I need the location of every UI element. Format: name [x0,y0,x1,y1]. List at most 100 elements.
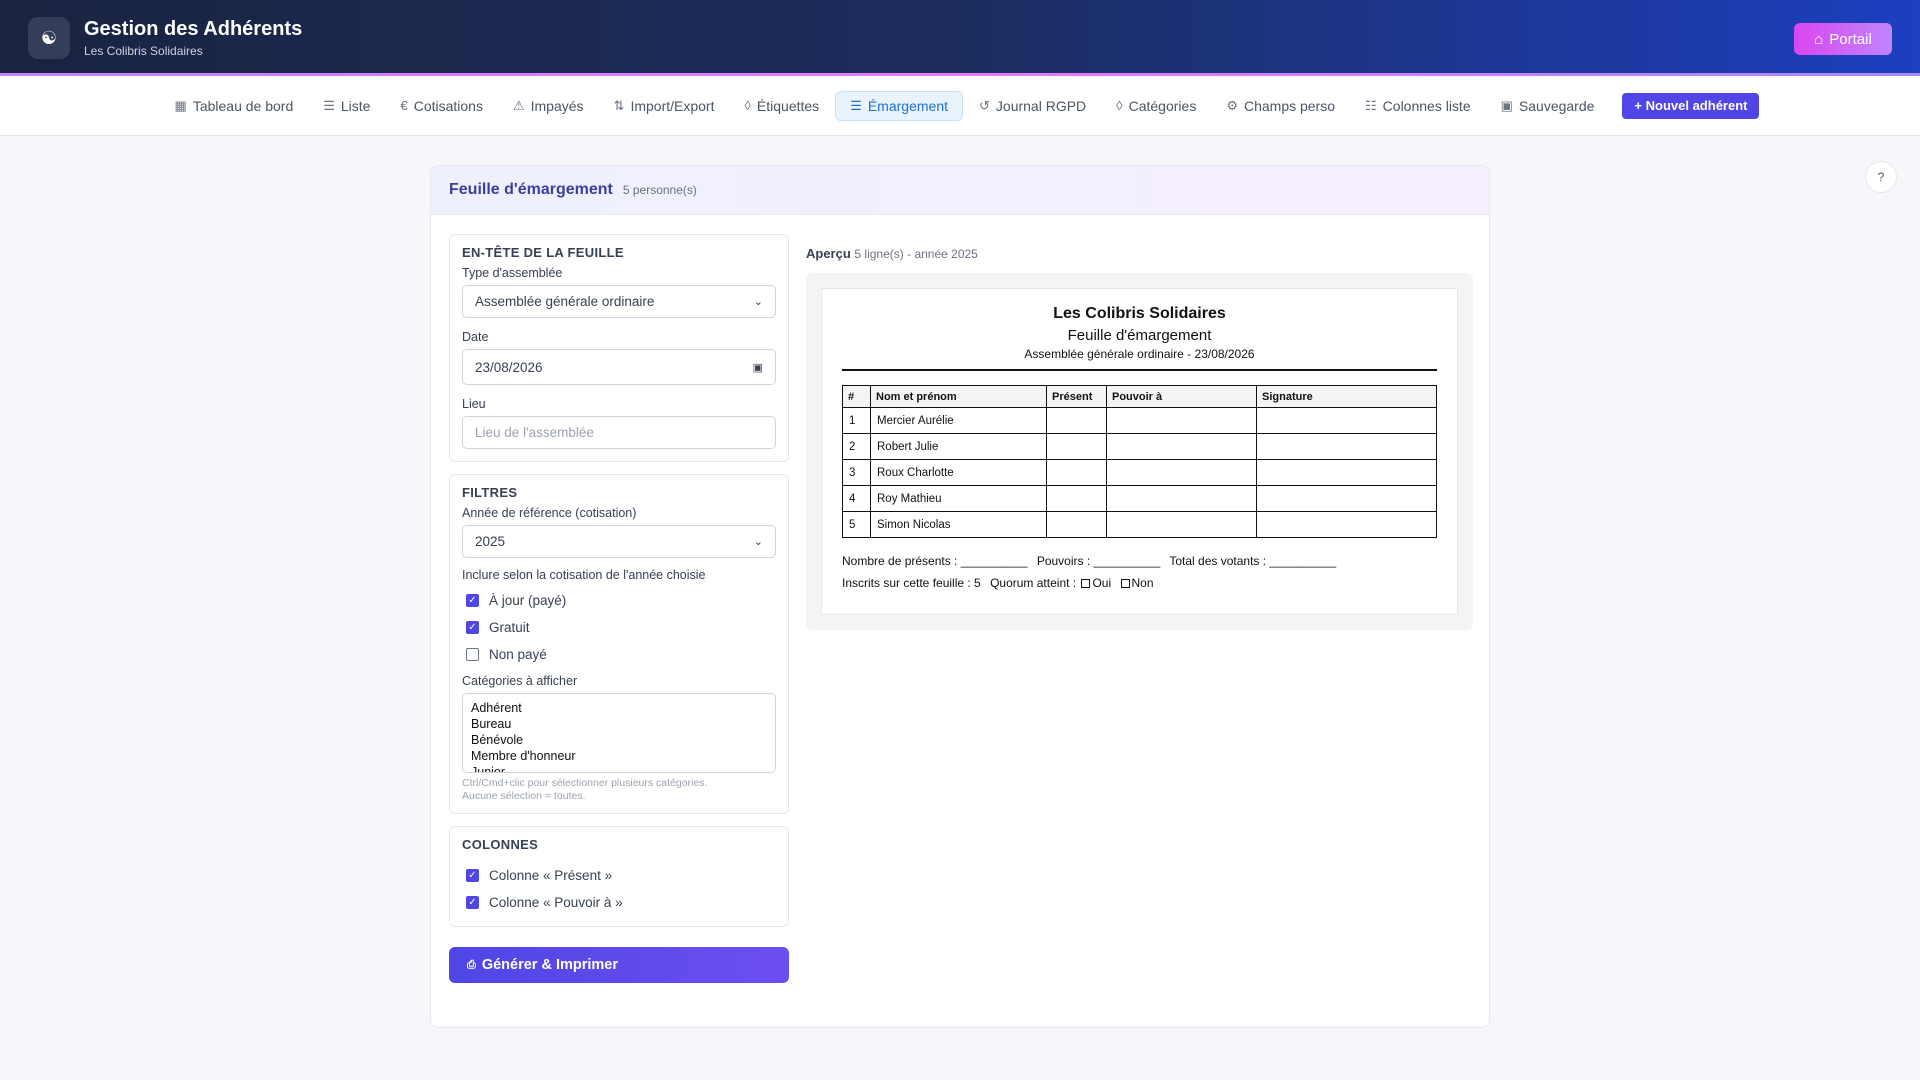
present-cell [1046,511,1107,538]
row-name: Roux Charlotte [870,459,1047,486]
proxies-count: Pouvoirs : __________ [1036,554,1161,568]
present-cell [1046,459,1107,486]
checkbox-label: Colonne « Pouvoir à » [489,895,623,910]
preview-title: Aperçu 5 ligne(s) - année 2025 [806,246,1473,261]
field-label: Catégories à afficher [462,674,578,688]
nav-label: Sauvegarde [1518,97,1595,114]
signature-cell [1256,485,1437,512]
proxy-cell [1106,407,1257,434]
list-item[interactable]: Membre d'honneur [471,748,767,764]
new-member-button[interactable]: + Nouvel adhérent [1622,92,1760,119]
proxy-cell [1106,459,1257,486]
nav-etiquettes[interactable]: ◊ Étiquettes [730,92,833,120]
place-input[interactable]: Lieu de l'assemblée [462,416,776,449]
nav-label: Catégories [1128,97,1197,114]
list-item[interactable]: Adhérent [471,700,767,716]
sheet-footer: Nombre de présents : __________ Pouvoirs… [842,550,1437,594]
nav-colonnes-liste[interactable]: ☷ Colonnes liste [1351,92,1485,120]
filter-paid[interactable]: ✓ À jour (payé) [462,587,776,614]
nav-cotisations[interactable]: € Cotisations [386,92,497,120]
present-cell [1046,407,1107,434]
voters-count: Total des votants : __________ [1169,554,1337,568]
hint-line: Aucune sélection = toutes. [462,790,586,802]
list-icon: ☰ [850,97,862,113]
checkbox-checked[interactable]: ✓ [466,896,479,909]
emargement-card: Feuille d'émargement 5 personne(s) EN-TÊ… [430,165,1490,1028]
tag-icon: ◊ [744,98,751,113]
portal-button[interactable]: ⌂ Portail [1794,23,1892,55]
table-row: 1 Mercier Aurélie [842,407,1437,434]
preview-frame: Les Colibris Solidaires Feuille d'émarge… [806,273,1473,630]
calendar-icon[interactable]: ▣ [753,361,763,374]
select-value: Assemblée générale ordinaire [475,294,655,309]
proxy-cell [1106,511,1257,538]
nav-categories[interactable]: ◊ Catégories [1102,92,1210,120]
nav-list[interactable]: ☰ Liste [309,92,384,120]
table-row: 3 Roux Charlotte [842,459,1437,486]
portal-label: Portail [1829,30,1872,48]
columns-section: COLONNES ✓ Colonne « Présent » ✓ Colonne… [449,826,789,927]
row-name: Robert Julie [870,433,1047,460]
nav-label: Cotisations [413,97,483,114]
filter-unpaid[interactable]: Non payé [462,641,776,668]
people-icon: ☯ [28,17,70,59]
place-placeholder: Lieu de l'assemblée [475,425,594,440]
euro-icon: € [400,98,408,113]
row-name: Roy Mathieu [870,485,1047,512]
filter-free[interactable]: ✓ Gratuit [462,614,776,641]
grid-icon: ▦ [174,97,187,113]
nav-label: Étiquettes [756,97,820,114]
list-item[interactable]: Bénévole [471,732,767,748]
checkbox-label: Gratuit [489,620,530,635]
chevron-down-icon: ⌄ [753,296,763,308]
col-header: Présent [1046,385,1107,408]
year-select[interactable]: 2025 ⌄ [462,525,776,558]
column-present-option[interactable]: ✓ Colonne « Présent » [462,862,776,889]
nav-champs-perso[interactable]: ⚙ Champs perso [1212,92,1349,120]
filters-section: FILTRES Année de référence (cotisation) … [449,474,789,814]
app-title: Gestion des Adhérents [84,18,303,40]
date-value: 23/08/2026 [475,359,543,375]
chevron-down-icon: ⌄ [753,536,763,548]
date-input[interactable]: 23/08/2026 ▣ [462,349,776,385]
nav-emargement[interactable]: ☰ Émargement [835,90,963,121]
checkbox-checked[interactable]: ✓ [466,621,479,634]
checkbox-checked[interactable]: ✓ [466,594,479,607]
categories-listbox[interactable]: Adhérent Bureau Bénévole Membre d'honneu… [462,693,776,773]
present-cell [1046,485,1107,512]
table-header-row: # Nom et prénom Présent Pouvoir à Signat… [842,385,1437,408]
table-row: 4 Roy Mathieu [842,485,1437,512]
preview-title-text: Aperçu [806,246,851,261]
nav-sauvegarde[interactable]: ▣ Sauvegarde [1487,92,1609,120]
checkbox-checked[interactable]: ✓ [466,869,479,882]
sheet-header-section: EN-TÊTE DE LA FEUILLE Type d'assemblée A… [449,234,789,462]
nav-import-export[interactable]: ⇅ Import/Export [600,92,729,120]
nav-label: Émargement [867,97,948,114]
signature-cell [1256,511,1437,538]
column-proxy-option[interactable]: ✓ Colonne « Pouvoir à » [462,889,776,916]
signature-cell [1256,459,1437,486]
hint-line: Ctrl/Cmd+clic pour sélectionner plusieur… [462,777,708,789]
nav-journal-rgpd[interactable]: ↺ Journal RGPD [965,92,1100,120]
field-label: Année de référence (cotisation) [462,506,637,520]
col-header: # [842,385,871,408]
proxy-cell [1106,485,1257,512]
home-icon: ⌂ [1814,30,1824,48]
section-title: FILTRES [462,485,518,500]
generate-print-button[interactable]: ⎙ Générer & Imprimer [449,947,789,983]
nav-dashboard[interactable]: ▦ Tableau de bord [161,92,308,120]
nav-label: Tableau de bord [192,97,294,114]
list-item[interactable]: Bureau [471,716,767,732]
list-item[interactable]: Junior [471,764,767,772]
checkbox-square-icon [1120,579,1130,588]
checkbox-label: Colonne « Présent » [489,868,613,883]
nav-impayes[interactable]: ⚠ Impayés [499,92,598,120]
assembly-type-select[interactable]: Assemblée générale ordinaire ⌄ [462,285,776,318]
card-title: Feuille d'émargement [449,181,613,198]
checkbox-unchecked[interactable] [466,648,479,661]
nav-label: Impayés [530,97,584,114]
preview-info: 5 ligne(s) - année 2025 [854,247,978,261]
file-icon: ⇅ [613,97,625,113]
help-button[interactable]: ? [1865,161,1897,193]
row-number: 4 [842,485,871,512]
